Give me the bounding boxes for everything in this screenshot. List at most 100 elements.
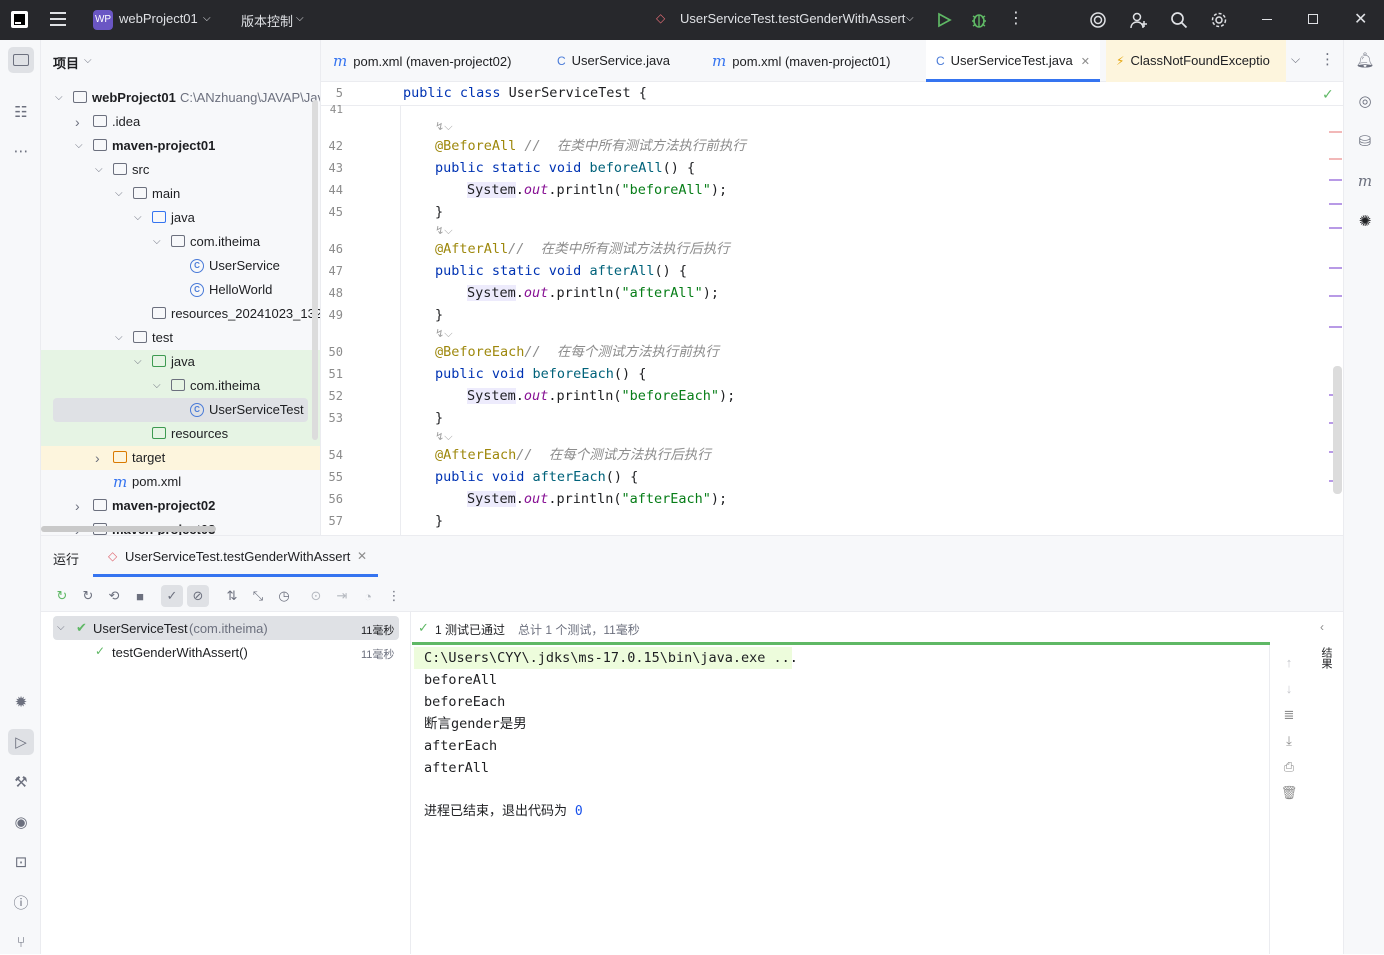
history-icon[interactable]: ◷: [273, 585, 295, 607]
editor-tab[interactable]: ⚡ ClassNotFoundExceptio: [1106, 40, 1286, 82]
chevron-right-icon[interactable]: ›: [95, 446, 100, 470]
rerun-failed-icon[interactable]: ↻: [77, 585, 99, 607]
results-side-label[interactable]: 结果: [1318, 647, 1334, 669]
search-icon[interactable]: [1170, 11, 1188, 29]
tree-item[interactable]: › target: [41, 446, 320, 470]
problems-icon[interactable]: ⓘ: [8, 889, 34, 915]
notifications-bell-icon[interactable]: 🔔︎: [1352, 47, 1378, 73]
inspection-ok-icon[interactable]: ✓: [1322, 86, 1334, 103]
terminal-icon[interactable]: ⊡: [8, 849, 34, 875]
settings-gear-icon[interactable]: [1210, 11, 1228, 29]
database-icon[interactable]: ⛁: [1352, 128, 1378, 154]
console-output[interactable]: [412, 645, 1270, 954]
debug-icon[interactable]: [970, 11, 988, 29]
chevron-down-icon[interactable]: ⌵: [115, 326, 123, 350]
tree-h-scrollbar[interactable]: [41, 526, 216, 532]
show-ignored-icon[interactable]: ⊘: [187, 585, 209, 607]
screenshot-icon[interactable]: ⊙: [305, 585, 327, 607]
tree-item[interactable]: › maven-project02: [41, 494, 320, 518]
tree-item[interactable]: ⌵ main: [41, 182, 320, 206]
chevron-down-icon[interactable]: ⌵: [115, 182, 123, 206]
tree-item[interactable]: ⌵ maven-project01: [41, 134, 320, 158]
tree-item[interactable]: m pom.xml: [41, 470, 320, 494]
services-icon[interactable]: ◉: [8, 809, 34, 835]
tree-item[interactable]: C HelloWorld: [41, 278, 320, 302]
chevron-down-icon[interactable]: ⌵: [75, 134, 83, 158]
stripe-marker[interactable]: [1329, 179, 1342, 181]
tree-item[interactable]: ⌵ java: [41, 350, 320, 374]
chevron-down-icon[interactable]: ⌵: [153, 374, 161, 398]
ai-assistant-icon[interactable]: [1089, 11, 1107, 29]
arrow-down-icon[interactable]: ↓: [1280, 681, 1298, 699]
chevron-down-icon[interactable]: ⌵: [153, 230, 161, 254]
run-tab[interactable]: UserServiceTest.testGenderWithAssert: [125, 549, 350, 564]
soft-wrap-icon[interactable]: ≣: [1280, 707, 1298, 725]
project-badge[interactable]: WP: [93, 10, 113, 30]
ai-chat-icon[interactable]: ◎: [1352, 88, 1378, 114]
export-icon[interactable]: ⇥: [331, 585, 353, 607]
editor-scrollbar[interactable]: [1333, 366, 1342, 494]
add-user-icon[interactable]: [1130, 11, 1148, 29]
collapse-panel-icon[interactable]: ‹: [1320, 620, 1324, 634]
vcs-dropdown[interactable]: 版本控制: [241, 11, 293, 30]
maven-icon[interactable]: m: [1352, 168, 1378, 194]
trash-icon[interactable]: 🗑︎: [1280, 785, 1298, 803]
code-vision-icon[interactable]: ↯⌵: [435, 224, 453, 238]
rerun-icon[interactable]: ↻: [51, 585, 73, 607]
editor-tab[interactable]: C UserService.java: [557, 40, 670, 82]
collapse-icon[interactable]: ⤡: [247, 585, 269, 607]
close-window-button[interactable]: ✕: [1354, 9, 1367, 29]
ide-logo-icon[interactable]: [11, 11, 28, 28]
tree-item[interactable]: ⌵ com.itheima: [41, 374, 320, 398]
close-tab-icon[interactable]: ✕: [357, 549, 367, 563]
stripe-marker[interactable]: [1329, 227, 1342, 229]
chevron-down-icon[interactable]: ⌵: [55, 86, 63, 110]
chevron-down-icon[interactable]: ⌵: [134, 206, 142, 230]
tree-item[interactable]: ⌵ test: [41, 326, 320, 350]
run-config-dropdown[interactable]: UserServiceTest.testGenderWithAssert: [680, 11, 905, 26]
stripe-marker[interactable]: [1329, 295, 1342, 297]
chevron-down-icon[interactable]: ⌵: [95, 158, 103, 182]
editor-tab[interactable]: m pom.xml (maven-project01): [712, 40, 890, 82]
scroll-to-end-icon[interactable]: ⤓: [1280, 733, 1298, 751]
build-hammer-icon[interactable]: ⚒: [8, 769, 34, 795]
structure-icon[interactable]: ☷: [8, 99, 34, 125]
code-vision-icon[interactable]: ↯⌵: [435, 120, 453, 134]
tree-item[interactable]: ⌵ webProject01 C:\ANzhuang\JAVAP\Jav: [41, 86, 320, 110]
project-panel-title[interactable]: 项目: [53, 53, 79, 72]
tree-item[interactable]: ⌵ com.itheima: [41, 230, 320, 254]
maximize-button[interactable]: [1308, 14, 1318, 24]
run-icon[interactable]: ▷: [8, 729, 34, 755]
close-tab-icon[interactable]: ✕: [1081, 56, 1090, 68]
arrow-up-icon[interactable]: ↑: [1280, 655, 1298, 673]
print-icon[interactable]: ⎙: [1280, 759, 1298, 777]
editor-tab[interactable]: m pom.xml (maven-project02): [333, 40, 511, 82]
tree-item[interactable]: › .idea: [41, 110, 320, 134]
tree-item[interactable]: ⌵ java: [41, 206, 320, 230]
minimize-button[interactable]: [1262, 19, 1272, 21]
stripe-marker[interactable]: [1329, 131, 1342, 133]
tree-item[interactable]: ⌵ src: [41, 158, 320, 182]
main-menu-icon[interactable]: [50, 12, 66, 26]
more-tools-icon[interactable]: ⋯: [8, 138, 34, 164]
editor-tab[interactable]: C UserServiceTest.java ✕: [926, 40, 1100, 82]
stripe-marker[interactable]: [1329, 267, 1342, 269]
stripe-marker[interactable]: [1329, 158, 1342, 160]
tree-scrollbar[interactable]: [312, 100, 318, 440]
chevron-right-icon[interactable]: ›: [75, 110, 80, 134]
project-name-dropdown[interactable]: webProject01: [119, 11, 198, 26]
code-vision-icon[interactable]: ↯⌵: [435, 327, 453, 341]
project-folder-icon[interactable]: [8, 47, 34, 73]
stop-icon[interactable]: ■: [129, 585, 151, 607]
test-method-label[interactable]: testGenderWithAssert(): [112, 645, 248, 660]
tabs-dropdown-icon[interactable]: ⌵: [1291, 52, 1300, 67]
sort-icon[interactable]: ⇅: [221, 585, 243, 607]
tree-item[interactable]: resources_20241023_13260: [41, 302, 320, 326]
toggle-auto-test-icon[interactable]: ⟲: [103, 585, 125, 607]
stripe-marker[interactable]: [1329, 326, 1342, 328]
tree-item[interactable]: C UserServiceTest: [41, 398, 320, 422]
show-passed-icon[interactable]: ✓: [161, 585, 183, 607]
code-vision-icon[interactable]: ↯⌵: [435, 430, 453, 444]
stripe-marker[interactable]: [1329, 203, 1342, 205]
debug-icon[interactable]: ✹: [8, 689, 34, 715]
